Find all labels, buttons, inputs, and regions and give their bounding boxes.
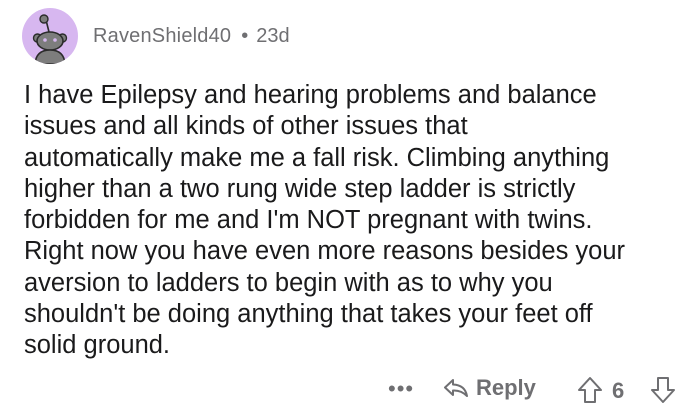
comment-body-line: aversion to ladders to begin with as to … [24,268,553,297]
comment-body: I have Epilepsy and hearing problems and… [24,80,690,362]
downvote-arrow-icon[interactable] [649,375,677,405]
comment-body-line: solid ground. [24,331,171,360]
user-avatar[interactable] [22,8,78,64]
reply-arrow-icon [444,379,468,397]
more-options-button[interactable]: ••• [388,376,414,402]
comment-age: 23d [256,24,290,47]
author-username[interactable]: RavenShield40 [93,25,231,48]
vote-score: 6 [612,378,625,403]
upvote-arrow-icon[interactable] [576,375,604,405]
comment-card: RavenShield40 • 23d I have Epilepsy and … [0,0,700,417]
comment-body-line: I have Epilepsy and hearing problems and… [24,81,597,109]
comment-body-line: automatically make me a fall risk. Climb… [24,143,610,172]
reply-label: Reply [476,375,536,400]
comment-body-line: issues and all kinds of other issues tha… [24,112,468,141]
comment-body-line: Right now you have even more reasons bes… [24,237,626,266]
reply-button[interactable]: Reply [442,374,536,402]
snoo-avatar-icon [32,14,68,64]
comment-header: RavenShield40 • 23d [22,8,290,64]
comment-body-line: shouldn't be doing anything that takes y… [24,300,593,329]
comment-body-line: higher than a two rung wide step ladder … [24,174,576,203]
meta-separator: • [241,24,249,47]
comment-actions-bar: ••• Reply 6 [0,372,700,412]
comment-body-line: forbidden for me and I'm NOT pregnant wi… [24,206,593,235]
